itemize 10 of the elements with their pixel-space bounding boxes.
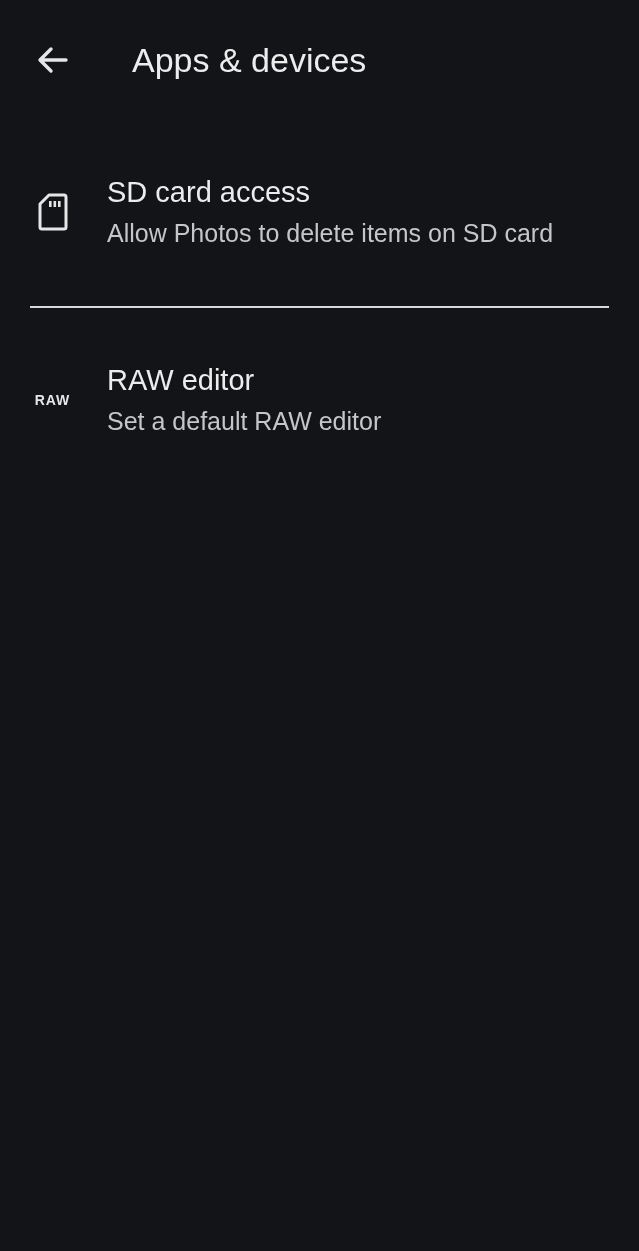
- item-subtitle: Set a default RAW editor: [107, 407, 382, 436]
- settings-item[interactable]: SD card access Allow Photos to delete items on SD card: [0, 120, 639, 306]
- back-arrow-icon: [36, 46, 68, 74]
- page-title: Apps & devices: [132, 40, 367, 80]
- raw-icon: RAW: [34, 392, 71, 408]
- item-title: SD card access: [107, 176, 312, 209]
- item-title: RAW editor: [107, 364, 256, 397]
- sd-card-icon: [37, 193, 68, 231]
- settings-item[interactable]: RAW RAW editor Set a default RAW editor: [0, 308, 639, 494]
- item-subtitle: Allow Photos to delete items on SD card: [107, 219, 554, 248]
